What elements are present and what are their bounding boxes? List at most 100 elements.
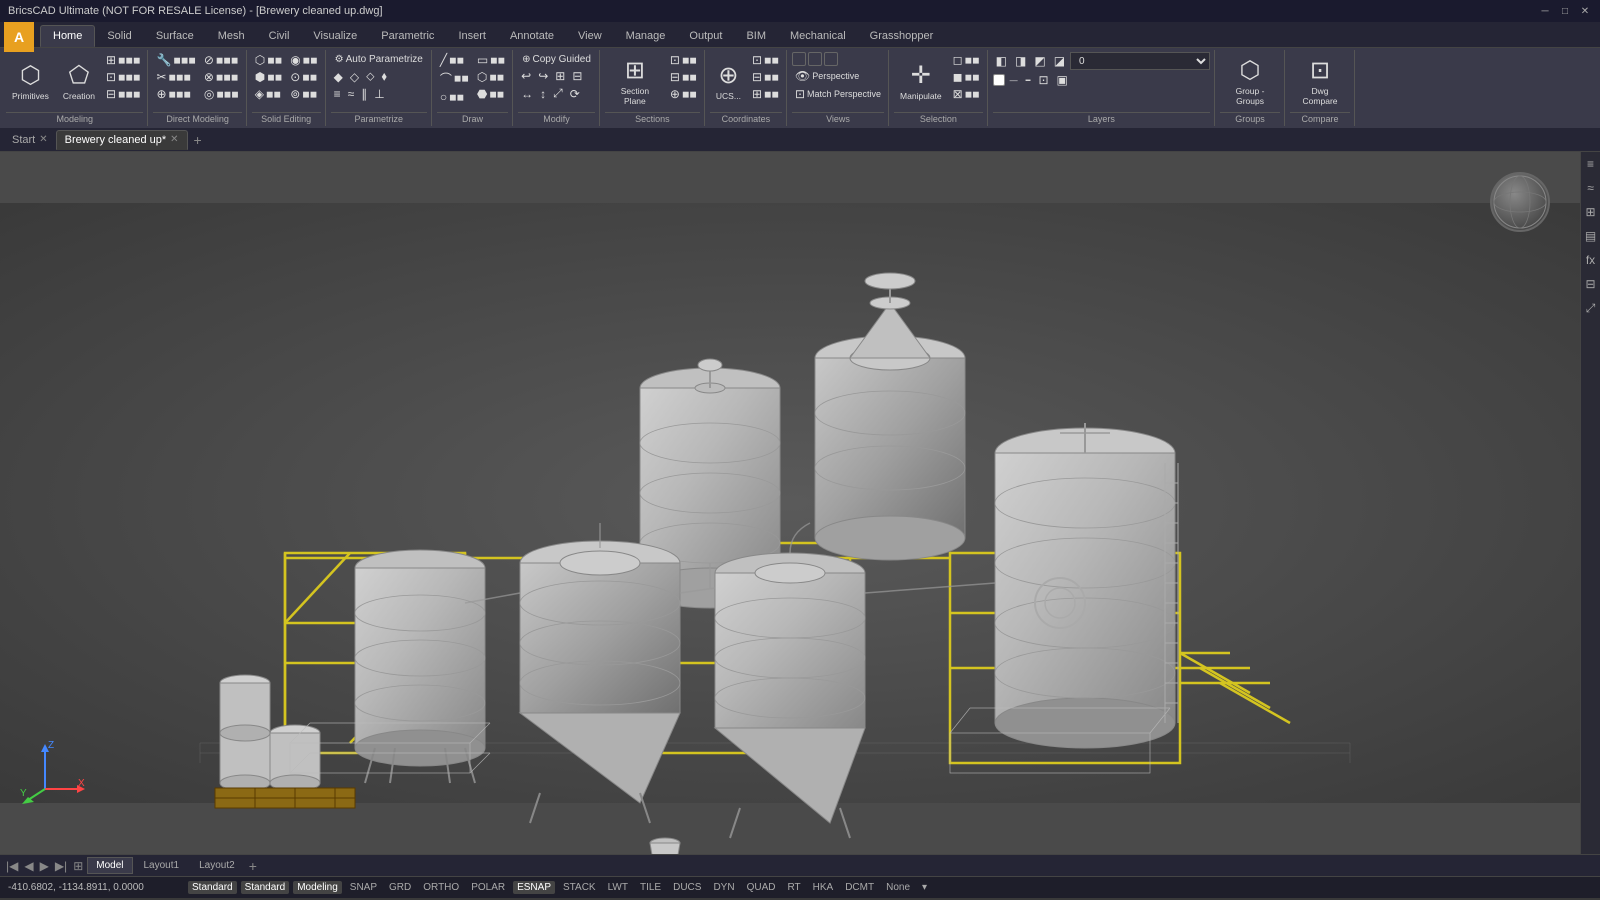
layout-tab-layout1[interactable]: Layout1 [135, 857, 189, 874]
doc-tab-start[interactable]: Start ✕ [4, 130, 56, 150]
tab-mechanical[interactable]: Mechanical [778, 25, 858, 47]
creation-button[interactable]: ⬠ Creation [57, 52, 101, 110]
tab-surface[interactable]: Surface [144, 25, 206, 47]
draw-btn1[interactable]: ╱◼◼ [437, 52, 472, 68]
sel-btn1[interactable]: ◻◼◼ [950, 52, 983, 68]
dm-btn4[interactable]: ⊘◼◼◼ [201, 52, 242, 68]
layout-tab-model[interactable]: Model [87, 857, 132, 874]
perspective-button[interactable]: 👁 Perspective [792, 68, 884, 84]
draw-btn2[interactable]: ⌒◼◼ [437, 69, 472, 88]
mod-btn8[interactable]: ⟳ [567, 85, 583, 102]
se-btn3[interactable]: ◈◼◼ [252, 86, 285, 102]
doc-tab-brewery[interactable]: Brewery cleaned up* ✕ [56, 130, 188, 150]
dm-btn1[interactable]: 🔧◼◼◼ [153, 52, 198, 68]
views-square1[interactable] [792, 52, 806, 66]
sel-btn3[interactable]: ⊠◼◼ [950, 86, 983, 102]
coord-btn3[interactable]: ⊞◼◼ [749, 86, 782, 102]
layer-line-btn[interactable]: — [1007, 75, 1021, 86]
status-rt[interactable]: RT [783, 881, 804, 894]
se-btn1[interactable]: ⬡◼◼ [252, 52, 285, 68]
section-plane-button[interactable]: ⊞ Section Plane [605, 52, 665, 110]
coord-btn1[interactable]: ⊡◼◼ [749, 52, 782, 68]
views-square2[interactable] [808, 52, 822, 66]
status-ducs[interactable]: DUCS [669, 881, 705, 894]
status-standard1[interactable]: Standard [188, 881, 237, 894]
mod-btn5[interactable]: ↔ [518, 85, 536, 102]
sidebar-icon-table[interactable]: ▤ [1583, 228, 1599, 244]
status-dcmt[interactable]: DCMT [841, 881, 878, 894]
layout-tab-layout2[interactable]: Layout2 [190, 857, 244, 874]
layout-nav-first[interactable]: |◀ [4, 859, 20, 873]
status-modeling[interactable]: Modeling [293, 881, 342, 894]
manipulate-button[interactable]: ✛ Manipulate [894, 52, 948, 110]
layer-extra1[interactable]: ⊡ [1035, 72, 1051, 88]
par-btn8[interactable]: ⊥ [371, 86, 387, 102]
mod-btn4[interactable]: ⊟ [569, 68, 585, 84]
sidebar-icon-minus[interactable]: ⊟ [1583, 276, 1599, 292]
layer-btn3[interactable]: ◩ [1031, 53, 1048, 69]
close-brewery-tab[interactable]: ✕ [170, 134, 178, 145]
navigation-ball[interactable] [1490, 172, 1550, 232]
primitives-button[interactable]: ⬡ Primitives [6, 52, 55, 110]
status-snap[interactable]: SNAP [346, 881, 381, 894]
draw-btn3[interactable]: ○◼◼ [437, 89, 472, 105]
status-polar[interactable]: POLAR [467, 881, 509, 894]
draw-btn5[interactable]: ⬡◼◼ [474, 69, 508, 85]
layout-nav-prev[interactable]: ◀ [22, 859, 35, 873]
layout-nav-last[interactable]: ▶| [53, 859, 69, 873]
draw-btn6[interactable]: ⬣◼◼ [474, 86, 508, 102]
status-grid[interactable]: GRD [385, 881, 415, 894]
layout-nav-add[interactable]: ⊞ [71, 859, 85, 873]
layer-color-btn[interactable] [993, 74, 1005, 86]
minimize-button[interactable]: ─ [1538, 4, 1552, 18]
sect-btn2[interactable]: ⊟◼◼ [667, 69, 700, 85]
app-logo[interactable]: A [4, 22, 34, 52]
model-btn3[interactable]: ⊟◼◼◼ [103, 86, 143, 102]
status-none[interactable]: None [882, 881, 914, 894]
status-hka[interactable]: HKA [809, 881, 838, 894]
layout-add-button[interactable]: + [246, 858, 260, 874]
maximize-button[interactable]: □ [1558, 4, 1572, 18]
status-ortho[interactable]: ORTHO [419, 881, 463, 894]
tab-home[interactable]: Home [40, 25, 95, 47]
tab-view[interactable]: View [566, 25, 614, 47]
new-tab-button[interactable]: + [188, 130, 208, 150]
se-btn6[interactable]: ⊚◼◼ [287, 86, 320, 102]
tab-visualize[interactable]: Visualize [301, 25, 369, 47]
sidebar-icon-resize[interactable]: ⤢ [1583, 300, 1599, 316]
close-button[interactable]: ✕ [1578, 4, 1592, 18]
layer-weight-btn[interactable]: ━ [1023, 75, 1034, 86]
par-btn4[interactable]: ⬧ [379, 68, 390, 85]
layout-nav-next[interactable]: ▶ [38, 859, 51, 873]
sel-btn2[interactable]: ◼◼◼ [950, 69, 983, 85]
status-esnap[interactable]: ESNAP [513, 881, 555, 894]
group-button[interactable]: ⬡ Group - Groups [1220, 52, 1280, 110]
status-stack[interactable]: STACK [559, 881, 600, 894]
sidebar-icon-grid[interactable]: ⊞ [1583, 204, 1599, 220]
layer-extra2[interactable]: ▣ [1054, 72, 1071, 88]
par-btn1[interactable]: ◆ [331, 68, 346, 85]
tab-mesh[interactable]: Mesh [206, 25, 257, 47]
status-tile[interactable]: TILE [636, 881, 665, 894]
mod-btn1[interactable]: ↩ [518, 68, 534, 84]
par-btn5[interactable]: ≡ [331, 86, 344, 102]
tab-grasshopper[interactable]: Grasshopper [858, 25, 946, 47]
status-quad[interactable]: QUAD [743, 881, 780, 894]
coord-btn2[interactable]: ⊟◼◼ [749, 69, 782, 85]
layer-btn1[interactable]: ◧ [993, 53, 1010, 69]
tab-civil[interactable]: Civil [257, 25, 302, 47]
par-btn7[interactable]: ∥ [358, 86, 370, 102]
ucs-button[interactable]: ⊕ UCS... [710, 52, 747, 110]
sidebar-icon-menu[interactable]: ≡ [1583, 156, 1599, 172]
status-lwt[interactable]: LWT [604, 881, 632, 894]
copy-guided-button[interactable]: ⊕ Copy Guided [518, 52, 595, 67]
dm-btn2[interactable]: ✂◼◼◼ [153, 69, 198, 85]
dm-btn3[interactable]: ⊕◼◼◼ [153, 86, 198, 102]
tab-bim[interactable]: BIM [734, 25, 778, 47]
par-btn6[interactable]: ≈ [345, 86, 358, 102]
mod-btn7[interactable]: ⤢ [550, 85, 566, 102]
mod-btn2[interactable]: ↪ [535, 68, 551, 84]
par-btn3[interactable]: ⬦ [363, 68, 377, 85]
se-btn4[interactable]: ◉◼◼ [287, 52, 320, 68]
par-btn2[interactable]: ◇ [347, 68, 362, 85]
